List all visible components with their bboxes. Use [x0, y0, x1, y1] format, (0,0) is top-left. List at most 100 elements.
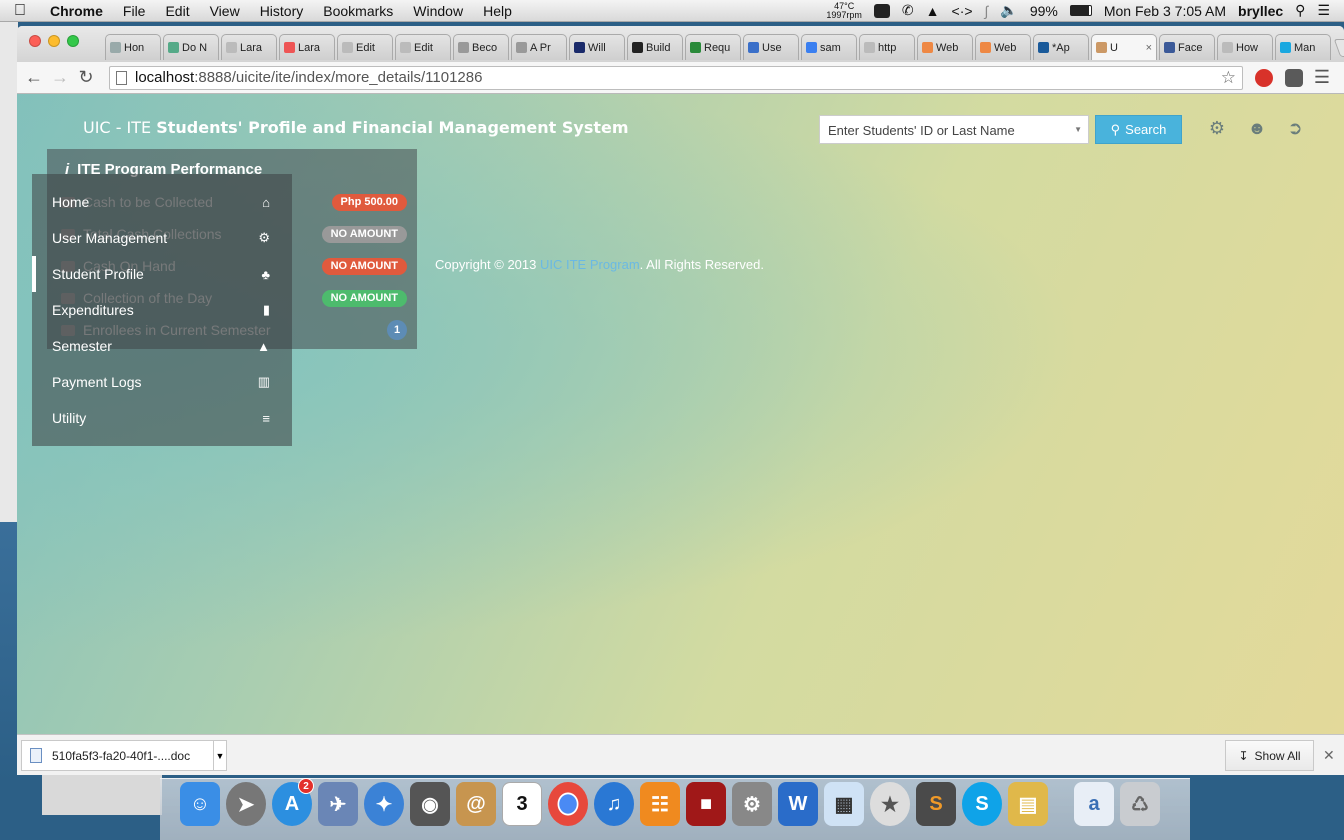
wifi-icon[interactable]: ▲: [926, 3, 940, 19]
user-name[interactable]: bryllec: [1238, 3, 1283, 19]
calendar-icon[interactable]: 3: [502, 782, 542, 826]
browser-tab[interactable]: Face: [1159, 34, 1215, 60]
nav-item-utility[interactable]: Utility ≡: [32, 400, 292, 436]
minimize-window-button[interactable]: [48, 35, 60, 47]
browser-tab[interactable]: Beco: [453, 34, 509, 60]
browser-tab[interactable]: Build: [627, 34, 683, 60]
contacts-icon[interactable]: @: [456, 782, 496, 826]
tab-close-icon[interactable]: ×: [1146, 42, 1152, 54]
download-item[interactable]: 510fa5f3-fa20-40f1-....doc: [21, 740, 226, 771]
browser-tab[interactable]: How: [1217, 34, 1273, 60]
phone-status-icon[interactable]: ✆: [902, 2, 914, 19]
footer-link[interactable]: UIC ITE Program: [540, 257, 640, 272]
trash-icon[interactable]: ♺: [1120, 782, 1160, 826]
safari-icon[interactable]: ✦: [364, 782, 404, 826]
browser-tab[interactable]: Requ: [685, 34, 741, 60]
checkmark-status-icon[interactable]: [873, 3, 890, 18]
system-preferences-icon[interactable]: ⚙: [732, 782, 772, 826]
evernote-icon[interactable]: ★: [870, 782, 910, 826]
chrome-icon[interactable]: [548, 782, 588, 826]
sublime-text-icon[interactable]: S: [916, 782, 956, 826]
app-store-icon[interactable]: A2: [272, 778, 314, 826]
close-shelf-icon[interactable]: ✕: [1323, 747, 1335, 764]
volume-icon[interactable]: 🔈: [1000, 2, 1017, 19]
facetime-icon[interactable]: ◉: [410, 782, 450, 826]
menu-app-name[interactable]: Chrome: [40, 3, 113, 19]
tab-label: Edit: [414, 41, 433, 54]
launchpad-icon[interactable]: ➤: [226, 782, 266, 826]
browser-tab[interactable]: *Ap: [1033, 34, 1089, 60]
battery-percent[interactable]: 99%: [1030, 3, 1058, 19]
gear-icon[interactable]: ⚙: [1207, 118, 1227, 138]
bookmark-star-icon[interactable]: ☆: [1221, 68, 1236, 88]
browser-tab[interactable]: Will: [569, 34, 625, 60]
nav-item-payment-logs[interactable]: Payment Logs ▥: [32, 364, 292, 400]
browser-tab[interactable]: Lara: [279, 34, 335, 60]
address-bar[interactable]: localhost :8888/uicite/ite/index/more_de…: [109, 65, 1243, 90]
documents-folder-icon[interactable]: a: [1074, 782, 1114, 826]
menu-view[interactable]: View: [200, 3, 250, 19]
browser-tab[interactable]: Web: [975, 34, 1031, 60]
close-window-button[interactable]: [29, 35, 41, 47]
browser-tab[interactable]: Lara: [221, 34, 277, 60]
browser-tab[interactable]: Edit: [337, 34, 393, 60]
tab-favicon-icon: [632, 42, 643, 53]
sync-arrows-icon[interactable]: <·>: [952, 3, 973, 19]
back-button[interactable]: ←: [21, 67, 47, 88]
photo-booth-icon[interactable]: ■: [686, 782, 726, 826]
browser-tab[interactable]: Use: [743, 34, 799, 60]
browser-tab[interactable]: Web: [917, 34, 973, 60]
zoom-window-button[interactable]: [67, 35, 79, 47]
tab-favicon-icon: [110, 42, 121, 53]
graduation-cap-icon: ▲: [257, 338, 270, 354]
browser-tab[interactable]: http: [859, 34, 915, 60]
clock[interactable]: Mon Feb 3 7:05 AM: [1104, 3, 1226, 19]
chrome-menu-icon[interactable]: ☰: [1309, 67, 1335, 88]
tab-favicon-icon: [516, 42, 527, 53]
browser-tab[interactable]: A Pr: [511, 34, 567, 60]
logout-icon[interactable]: ➲: [1285, 118, 1305, 138]
browser-tab[interactable]: sam: [801, 34, 857, 60]
student-search-select[interactable]: Enter Students' ID or Last Name ▼: [819, 115, 1089, 144]
browser-tab[interactable]: Man: [1275, 34, 1331, 60]
forward-button[interactable]: →: [47, 67, 73, 88]
menu-help[interactable]: Help: [473, 3, 522, 19]
menu-bookmarks[interactable]: Bookmarks: [313, 3, 403, 19]
finder-icon[interactable]: ☺: [180, 782, 220, 826]
browser-tab[interactable]: U ×: [1091, 34, 1157, 60]
spotlight-search-icon[interactable]: ⚲: [1295, 2, 1305, 19]
browser-tab[interactable]: Hon: [105, 34, 161, 60]
database-app-icon[interactable]: ▤: [1008, 782, 1048, 826]
home-icon: ⌂: [262, 194, 270, 210]
apple-menu-icon[interactable]: : [0, 2, 40, 20]
user-icon[interactable]: ☻: [1247, 118, 1267, 138]
new-tab-button[interactable]: [1333, 39, 1344, 57]
temp-monitor[interactable]: 47°C 1997rpm: [826, 1, 862, 20]
nav-item-user-management[interactable]: User Management ⚙: [32, 220, 292, 256]
pocket-extension-icon[interactable]: [1285, 68, 1303, 87]
notification-center-icon[interactable]: ☰: [1317, 2, 1330, 19]
menu-edit[interactable]: Edit: [155, 3, 199, 19]
mail-icon[interactable]: ✈: [318, 782, 358, 826]
skype-icon[interactable]: S: [962, 782, 1002, 826]
word-icon[interactable]: W: [778, 782, 818, 826]
browser-tab[interactable]: Edit: [395, 34, 451, 60]
menu-window[interactable]: Window: [403, 3, 473, 19]
itunes-icon[interactable]: ♫: [594, 782, 634, 826]
battery-icon[interactable]: [1069, 5, 1092, 16]
nav-item-student-profile[interactable]: Student Profile ♣: [32, 256, 292, 292]
menu-file[interactable]: File: [113, 3, 156, 19]
nav-item-semester[interactable]: Semester ▲: [32, 328, 292, 364]
ibooks-icon[interactable]: ☷: [640, 782, 680, 826]
preview-icon[interactable]: ▦: [824, 782, 864, 826]
show-all-button[interactable]: ↧ Show All: [1225, 740, 1314, 771]
nav-item-home[interactable]: Home ⌂: [32, 184, 292, 220]
adblock-extension-icon[interactable]: [1255, 68, 1273, 87]
menu-history[interactable]: History: [250, 3, 314, 19]
search-button[interactable]: ⚲ Search: [1095, 115, 1182, 144]
browser-tab[interactable]: Do N: [163, 34, 219, 60]
nav-item-expenditures[interactable]: Expenditures ▮: [32, 292, 292, 328]
download-options-arrow[interactable]: ▼: [213, 740, 227, 771]
reload-button[interactable]: ↻: [73, 67, 99, 88]
bluetooth-icon[interactable]: ∫: [985, 3, 989, 19]
